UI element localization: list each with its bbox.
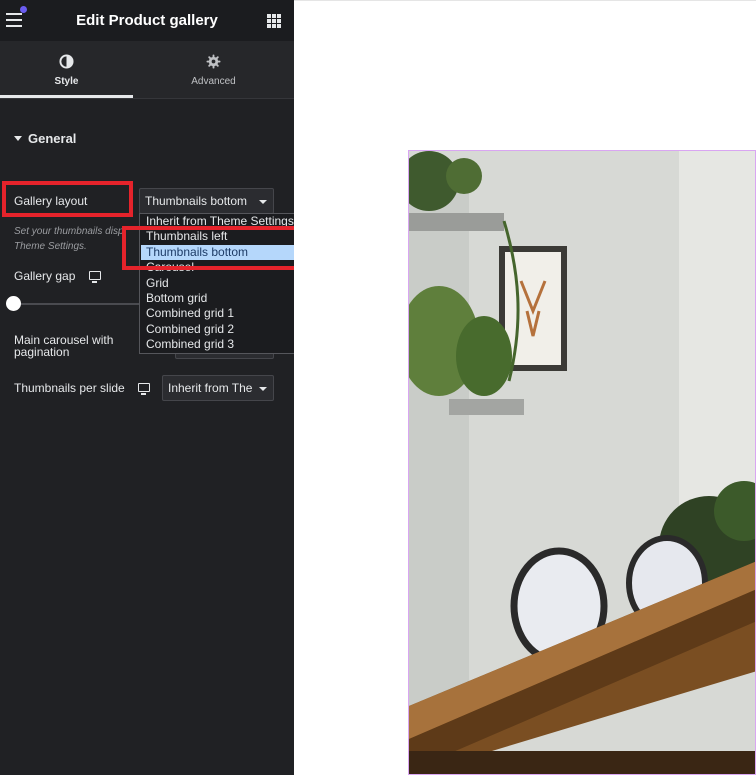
- dropdown-option[interactable]: Inherit from Theme Settings: [141, 214, 297, 229]
- panel-header: Edit Product gallery: [0, 0, 294, 41]
- widgets-grid-icon[interactable]: [267, 14, 281, 28]
- dropdown-option[interactable]: Bottom grid: [141, 291, 297, 306]
- main-carousel-label: Main carousel with pagination: [14, 333, 114, 359]
- dropdown-option[interactable]: Combined grid 2: [141, 322, 297, 337]
- gallery-layout-description: Set your thumbnails disp Theme Settings.: [14, 226, 124, 252]
- gallery-layout-dropdown: Inherit from Theme Settings Thumbnails l…: [139, 213, 297, 354]
- select-arrow-icon: [259, 387, 267, 391]
- desktop-icon[interactable]: [89, 271, 101, 283]
- dropdown-option-selected[interactable]: Thumbnails bottom: [141, 245, 297, 260]
- contrast-icon: [59, 54, 74, 69]
- desktop-icon[interactable]: [138, 383, 150, 395]
- tab-style[interactable]: Style: [0, 41, 133, 98]
- dropdown-option[interactable]: Carousel: [141, 260, 297, 275]
- select-arrow-icon: [259, 200, 267, 204]
- gallery-layout-label: Gallery layout: [14, 194, 88, 208]
- hamburger-menu-icon[interactable]: [6, 13, 23, 27]
- gallery-gap-slider-handle[interactable]: [6, 296, 21, 311]
- editor-panel: Edit Product gallery Style Advanced Gene…: [0, 0, 297, 775]
- tab-advanced-label: Advanced: [191, 76, 236, 87]
- gallery-layout-value: Thumbnails bottom: [145, 194, 248, 208]
- panel-title: Edit Product gallery: [76, 12, 218, 29]
- gallery-gap-slider-track[interactable]: [14, 303, 144, 305]
- thumbnails-per-slide-value: Inherit from The: [168, 381, 253, 395]
- tab-advanced[interactable]: Advanced: [133, 41, 294, 98]
- dropdown-option[interactable]: Combined grid 3: [141, 337, 297, 352]
- caret-down-icon: [14, 136, 22, 141]
- product-gallery-image: [408, 150, 756, 775]
- dropdown-option[interactable]: Grid: [141, 276, 297, 291]
- section-general-toggle[interactable]: General: [14, 131, 76, 146]
- tab-style-label: Style: [54, 76, 79, 87]
- gallery-gap-label: Gallery gap: [14, 269, 76, 283]
- panel-tabs: Style Advanced: [0, 41, 294, 98]
- gallery-layout-select[interactable]: Thumbnails bottom: [139, 188, 274, 214]
- dropdown-option[interactable]: Combined grid 1: [141, 306, 297, 321]
- thumbnails-per-slide-label: Thumbnails per slide: [14, 381, 125, 395]
- tabs-divider: [0, 98, 294, 99]
- section-title: General: [28, 131, 77, 146]
- notification-dot: [20, 6, 27, 13]
- gear-icon: [206, 54, 221, 69]
- dropdown-option[interactable]: Thumbnails left: [141, 229, 297, 244]
- thumbnails-per-slide-select[interactable]: Inherit from The: [162, 375, 274, 401]
